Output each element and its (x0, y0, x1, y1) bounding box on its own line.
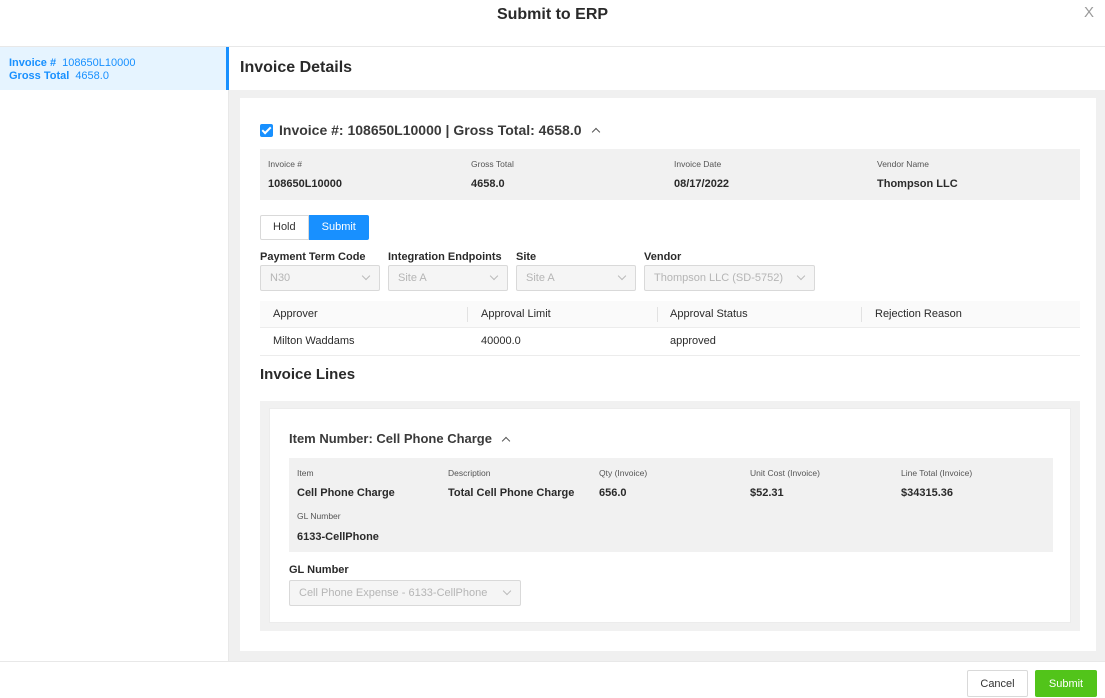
summary-label: Invoice # (268, 159, 303, 169)
hold-button[interactable]: Hold (260, 215, 309, 240)
payment-term-value: N30 (270, 272, 291, 284)
sidebar-gross-label: Gross Total (9, 70, 70, 82)
integration-endpoints-label: Integration Endpoints (388, 251, 502, 263)
submit-toggle-button[interactable]: Submit (308, 215, 369, 240)
sidebar-invoice-label: Invoice # (9, 57, 57, 69)
table-cell: 40000.0 (481, 335, 521, 347)
line-header: Item Number: Cell Phone Charge (289, 431, 511, 446)
modal-header: Submit to ERP X (0, 0, 1105, 47)
content-header: Invoice Details (229, 47, 1105, 90)
summary-value: 08/17/2022 (674, 178, 730, 190)
column-header: Rejection Reason (875, 308, 962, 320)
column-divider (657, 307, 658, 322)
integration-endpoints-select[interactable]: Site A (388, 265, 508, 291)
chevron-down-icon (489, 271, 499, 281)
column-divider (467, 307, 468, 322)
line-summary-value: 656.0 (599, 487, 627, 499)
table-header: Approver Approval Limit Approval Status … (260, 301, 1080, 328)
cancel-button[interactable]: Cancel (967, 670, 1028, 697)
payment-term-select[interactable]: N30 (260, 265, 380, 291)
invoice-line-card: Item Number: Cell Phone Charge Item Cell… (269, 408, 1071, 623)
content-area: Invoice Details Invoice #: 108650L10000 … (229, 47, 1105, 661)
line-header-text: Item Number: Cell Phone Charge (289, 431, 492, 446)
table-cell: approved (670, 335, 716, 347)
line-summary-label: Item (297, 468, 314, 478)
site-value: Site A (526, 272, 555, 284)
table-cell: Milton Waddams (273, 335, 355, 347)
gl-number-select[interactable]: Cell Phone Expense - 6133-CellPhone (289, 580, 521, 606)
submit-button[interactable]: Submit (1035, 670, 1097, 697)
site-select[interactable]: Site A (516, 265, 636, 291)
invoice-header-text: Invoice #: 108650L10000 | Gross Total: 4… (279, 122, 582, 138)
chevron-down-icon (617, 271, 627, 281)
page-title: Invoice Details (240, 59, 353, 76)
line-summary-label: Qty (Invoice) (599, 468, 648, 478)
payment-term-label: Payment Term Code (260, 251, 366, 263)
sidebar-gross-value: 4658.0 (75, 70, 109, 82)
line-summary-label: Description (448, 468, 491, 478)
line-summary-value: Cell Phone Charge (297, 487, 395, 499)
line-summary-label: Line Total (Invoice) (901, 468, 973, 478)
invoice-lines-title: Invoice Lines (260, 366, 356, 383)
hold-submit-toggle: Hold Submit (260, 215, 369, 240)
chevron-up-icon[interactable] (501, 436, 511, 445)
summary-label: Vendor Name (877, 159, 929, 169)
line-summary-value: 6133-CellPhone (297, 531, 379, 543)
line-summary-value: Total Cell Phone Charge (448, 487, 575, 499)
close-icon[interactable]: X (1084, 4, 1094, 21)
table-row: Milton Waddams 40000.0 approved (260, 328, 1080, 356)
line-summary-value: $34315.36 (901, 487, 953, 499)
column-header: Approver (273, 308, 318, 320)
modal-title: Submit to ERP (496, 6, 609, 23)
gl-number-value: Cell Phone Expense - 6133-CellPhone (299, 587, 488, 599)
approver-table: Approver Approval Limit Approval Status … (260, 301, 1080, 356)
invoice-lines-container: Item Number: Cell Phone Charge Item Cell… (260, 401, 1080, 631)
gl-number-label: GL Number (289, 564, 349, 576)
line-summary: Item Cell Phone Charge Description Total… (289, 458, 1053, 552)
chevron-down-icon (361, 271, 371, 281)
sidebar-item-invoice[interactable]: Invoice # 108650L10000 Gross Total 4658.0 (0, 47, 229, 90)
summary-value: Thompson LLC (877, 178, 958, 190)
sidebar-invoice-row: Invoice # 108650L10000 (9, 57, 226, 70)
invoice-sidebar: Invoice # 108650L10000 Gross Total 4658.0 (0, 47, 229, 661)
sidebar-invoice-value: 108650L10000 (62, 57, 136, 69)
summary-label: Invoice Date (674, 159, 722, 169)
summary-value: 4658.0 (471, 178, 505, 190)
sidebar-gross-row: Gross Total 4658.0 (9, 70, 226, 83)
invoice-header: Invoice #: 108650L10000 | Gross Total: 4… (260, 121, 600, 139)
column-header: Approval Status (670, 308, 748, 320)
site-label: Site (516, 251, 537, 263)
line-summary-value: $52.31 (750, 487, 784, 499)
vendor-value: Thompson LLC (SD-5752) (654, 272, 784, 284)
line-summary-label: Unit Cost (Invoice) (750, 468, 820, 478)
vendor-select[interactable]: Thompson LLC (SD-5752) (644, 265, 815, 291)
vendor-label: Vendor (644, 251, 682, 263)
modal-footer: Cancel Submit (0, 661, 1105, 698)
invoice-card: Invoice #: 108650L10000 | Gross Total: 4… (240, 98, 1096, 651)
invoice-summary: Invoice # 108650L10000 Gross Total 4658.… (260, 149, 1080, 200)
chevron-up-icon[interactable] (591, 127, 600, 137)
column-divider (861, 307, 862, 322)
invoice-select-checkbox[interactable] (260, 123, 273, 137)
chevron-down-icon (502, 586, 512, 596)
summary-label: Gross Total (471, 159, 514, 169)
column-header: Approval Limit (481, 308, 551, 320)
summary-value: 108650L10000 (268, 178, 343, 190)
integration-endpoints-value: Site A (398, 272, 427, 284)
line-summary-label: GL Number (297, 511, 341, 521)
chevron-down-icon (796, 271, 806, 281)
